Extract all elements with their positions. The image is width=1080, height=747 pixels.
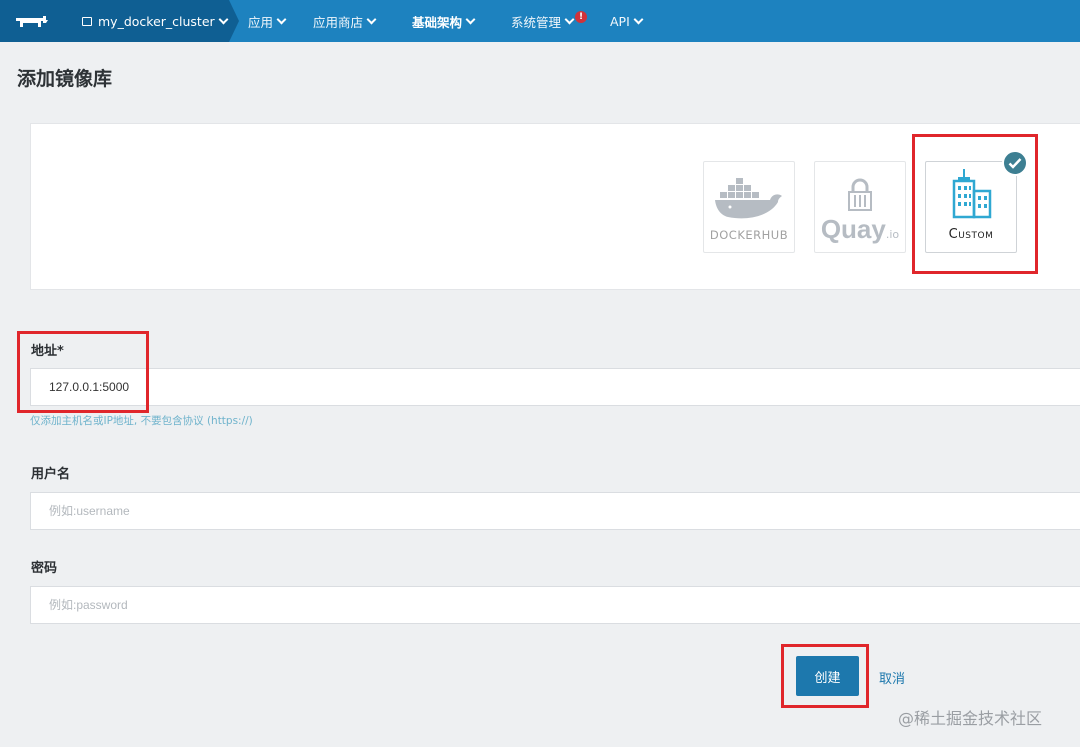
custom-building-icon <box>952 169 992 219</box>
provider-custom[interactable]: Custom <box>925 150 1028 253</box>
provider-label: DOCKERHUB <box>709 228 789 242</box>
chevron-down-icon <box>366 14 377 24</box>
registry-provider-panel: DOCKERHUB Quay .io Custom <box>30 123 1080 290</box>
nav-item-apps[interactable]: 应用 <box>248 12 287 31</box>
provider-label: Quay <box>820 214 886 244</box>
address-help-text: 仅添加主机名或IP地址, 不要包含协议 (https://) <box>30 415 253 427</box>
top-nav: my_docker_cluster 应用 应用商店 基础架构 系统管理 ! AP… <box>0 0 1080 42</box>
page-title: 添加镜像库 <box>17 68 113 90</box>
nav-item-label: 应用 <box>248 14 274 30</box>
create-button[interactable]: 创建 <box>796 656 859 696</box>
environment-name: my_docker_cluster <box>98 13 215 29</box>
provider-quay[interactable]: Quay .io <box>814 161 906 253</box>
chevron-down-icon <box>633 14 644 24</box>
password-input[interactable] <box>30 586 1080 624</box>
nav-item-label: 基础架构 <box>412 14 463 30</box>
rancher-logo[interactable] <box>0 0 62 42</box>
chevron-down-icon <box>218 14 229 24</box>
rancher-cow-icon <box>16 16 48 27</box>
username-label: 用户名 <box>31 467 71 482</box>
docker-whale-icon <box>715 178 782 219</box>
quay-wordmark: Quay .io <box>821 216 899 242</box>
quay-lock-icon <box>848 178 872 211</box>
nav-item-api[interactable]: API <box>610 13 644 29</box>
address-input[interactable] <box>30 368 1080 406</box>
chevron-down-icon <box>465 14 476 24</box>
address-label: 地址* <box>31 344 64 359</box>
provider-label: Custom <box>948 227 994 242</box>
nav-item-label: API <box>610 13 630 29</box>
nav-item-label: 系统管理 <box>511 14 562 30</box>
provider-label-suffix: .io <box>885 228 900 241</box>
nav-item-admin[interactable]: 系统管理 ! <box>511 11 588 31</box>
nav-item-catalog[interactable]: 应用商店 <box>313 12 377 31</box>
chevron-down-icon <box>564 14 575 24</box>
environment-selector[interactable]: my_docker_cluster <box>62 0 239 42</box>
provider-dockerhub[interactable]: DOCKERHUB <box>703 161 795 253</box>
password-label: 密码 <box>31 561 58 576</box>
environment-icon <box>82 16 92 26</box>
username-input[interactable] <box>30 492 1080 530</box>
nav-item-label: 应用商店 <box>313 14 364 30</box>
alert-badge: ! <box>575 11 588 23</box>
nav-item-infrastructure[interactable]: 基础架构 <box>412 12 476 31</box>
selected-check-icon <box>1002 150 1028 176</box>
cancel-button[interactable]: 取消 <box>879 668 905 687</box>
chevron-down-icon <box>276 14 287 24</box>
watermark-text: @稀土掘金技术社区 <box>898 709 1043 728</box>
